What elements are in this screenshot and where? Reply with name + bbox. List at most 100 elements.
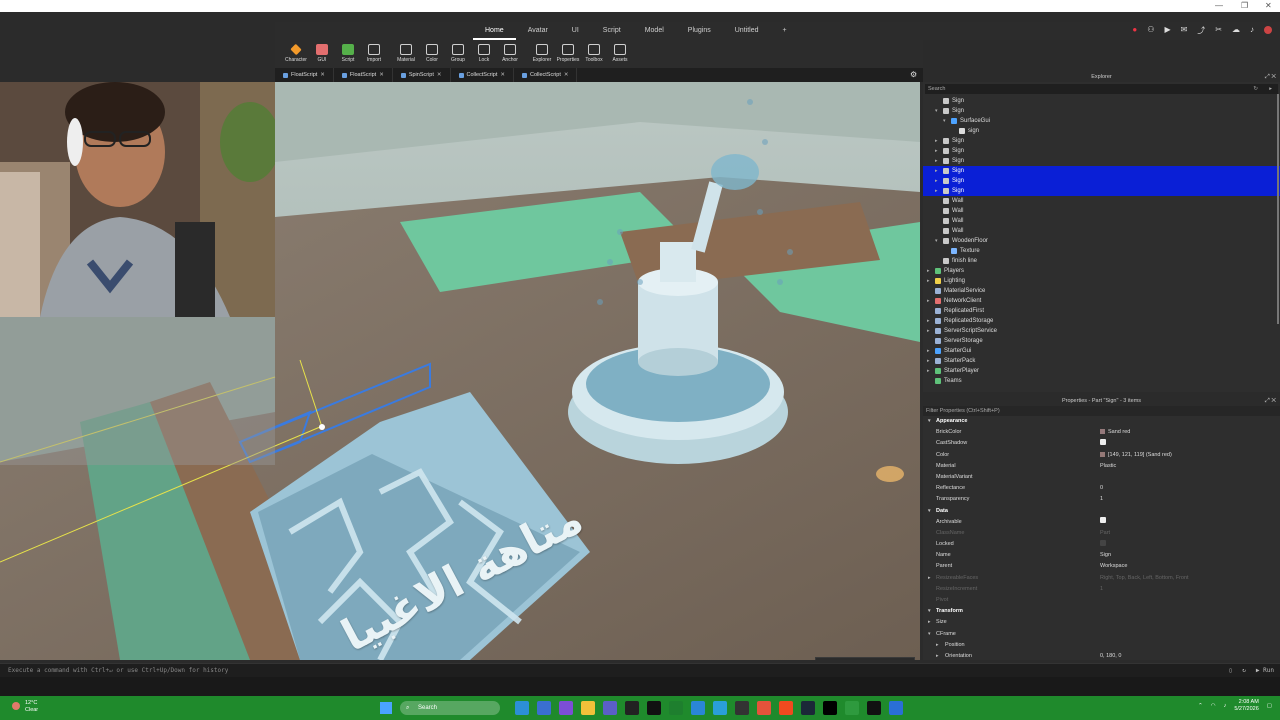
anchor-button[interactable]: Anchor — [497, 44, 523, 63]
new-tab-button[interactable]: + — [770, 22, 798, 40]
expand-icon[interactable]: ▸ — [927, 296, 930, 306]
expand-icon[interactable]: ▾ — [943, 116, 946, 126]
lock-button[interactable]: Lock — [471, 44, 497, 63]
property-value[interactable]: Sign — [1100, 550, 1111, 561]
edge-icon[interactable] — [515, 701, 529, 715]
explorer-item[interactable]: MaterialService — [923, 286, 1280, 296]
cloud-icon[interactable]: ☁ — [1232, 25, 1240, 36]
menu-tab-untitled[interactable]: Untitled — [723, 22, 771, 40]
chat-icon[interactable]: ✉ — [1181, 25, 1188, 36]
property-row[interactable]: Material Plastic — [923, 461, 1280, 472]
explorer-item[interactable]: ▸ ServerScriptService — [923, 326, 1280, 336]
doc-tab[interactable]: SpinScript ✕ — [393, 68, 451, 82]
taskbar-search-input[interactable]: ⌕ Search — [400, 701, 500, 715]
property-value[interactable]: Plastic — [1100, 461, 1116, 472]
teams-icon[interactable] — [603, 701, 617, 715]
filter-icon[interactable]: ▸ — [1269, 84, 1272, 94]
property-value[interactable] — [1100, 517, 1106, 528]
property-row[interactable]: ▸ Size — [923, 617, 1280, 628]
run-button[interactable]: ▶ Run — [1256, 664, 1274, 678]
mail-icon[interactable] — [691, 701, 705, 715]
expand-icon[interactable]: ▸ — [927, 346, 930, 356]
maximize-icon[interactable]: ❐ — [1241, 1, 1248, 10]
capcut-alt-icon[interactable] — [823, 701, 837, 715]
expand-icon[interactable]: ▸ — [936, 640, 939, 651]
close-icon[interactable]: ✕ — [379, 72, 384, 78]
expand-icon[interactable]: ▸ — [927, 316, 930, 326]
expand-icon[interactable]: ▸ — [928, 617, 931, 628]
property-value[interactable]: 0 — [1100, 483, 1103, 494]
explorer-item[interactable]: ▸ Sign — [923, 136, 1280, 146]
property-value[interactable]: Sand red — [1100, 427, 1130, 438]
script-button[interactable]: Script — [335, 44, 361, 63]
history-icon[interactable]: ↻ — [1242, 664, 1246, 678]
explorer-item[interactable]: Wall — [923, 216, 1280, 226]
property-row[interactable]: Color [149, 121, 119] (Sand red) — [923, 450, 1280, 461]
property-row[interactable]: ▸ Orientation 0, 180, 0 — [923, 651, 1280, 662]
property-value[interactable]: Right, Top, Back, Left, Bottom, Front — [1100, 573, 1189, 584]
close-icon[interactable]: ✕ — [500, 72, 505, 78]
expand-icon[interactable]: ▸ — [935, 186, 938, 196]
expand-icon[interactable]: ▸ — [935, 176, 938, 186]
explorer-item[interactable]: ▸ Sign — [923, 166, 1280, 176]
properties-filter-input[interactable]: Filter Properties (Ctrl+Shift+P) — [923, 406, 1280, 416]
property-row[interactable]: ClassName Part — [923, 528, 1280, 539]
expand-icon[interactable]: ▸ — [927, 266, 930, 276]
doc-tab[interactable]: FloatScript ✕ — [275, 68, 334, 82]
explorer-item[interactable]: ▾ Sign — [923, 106, 1280, 116]
expand-icon[interactable]: ▾ — [928, 506, 931, 517]
property-value[interactable] — [1100, 438, 1106, 449]
property-row[interactable]: MaterialVariant — [923, 472, 1280, 483]
explorer-item[interactable]: ServerStorage — [923, 336, 1280, 346]
roblox-studio-icon[interactable] — [889, 701, 903, 715]
notification-icon[interactable]: ▢ — [1267, 703, 1272, 709]
team-create-icon[interactable]: ⚇ — [1147, 25, 1154, 36]
menu-tab-script[interactable]: Script — [591, 22, 633, 40]
expand-icon[interactable]: ▸ — [927, 356, 930, 366]
play-icon[interactable]: ▶ — [1164, 25, 1170, 36]
explorer-scrollbar[interactable] — [1277, 94, 1279, 324]
checkbox[interactable] — [1100, 539, 1106, 546]
3d-viewport[interactable]: متاهة الاغبيا TTilt towards cameraRRotat… — [0, 82, 920, 660]
toolbox-button[interactable]: Toolbox — [581, 44, 607, 63]
capcut-icon[interactable] — [647, 701, 661, 715]
explorer-item[interactable]: Texture — [923, 246, 1280, 256]
property-row[interactable]: Parent Workspace — [923, 561, 1280, 572]
expand-icon[interactable]: ▸ — [928, 573, 931, 584]
property-row[interactable]: CastShadow — [923, 438, 1280, 449]
expand-icon[interactable]: ▸ — [927, 326, 930, 336]
group-button[interactable]: Group — [445, 44, 471, 63]
property-row[interactable]: Locked — [923, 539, 1280, 550]
property-value[interactable]: Workspace — [1100, 561, 1127, 572]
checkbox[interactable] — [1100, 438, 1106, 445]
roblox-icon[interactable] — [867, 701, 881, 715]
minimize-icon[interactable]: — — [1215, 1, 1223, 10]
explorer-item[interactable]: ▾ WoodenFloor — [923, 236, 1280, 246]
tray-chevron-icon[interactable]: ⌃ — [1198, 703, 1203, 709]
explorer-item[interactable]: Sign — [923, 96, 1280, 106]
xbox-icon[interactable] — [669, 701, 683, 715]
app-icon[interactable] — [845, 701, 859, 715]
start-icon[interactable] — [380, 702, 392, 714]
property-row[interactable]: Archivable — [923, 517, 1280, 528]
expand-icon[interactable]: ▸ — [935, 166, 938, 176]
weather-widget[interactable]: 12°C Clear — [12, 700, 38, 714]
property-value[interactable] — [1100, 539, 1106, 550]
explorer-item[interactable]: ▸ Sign — [923, 176, 1280, 186]
pen-icon[interactable] — [625, 701, 639, 715]
expand-icon[interactable]: ▸ — [935, 156, 938, 166]
close-icon[interactable]: ✕ — [437, 72, 442, 78]
doc-tab[interactable]: CollectScript ✕ — [514, 68, 578, 82]
expand-icon[interactable]: ▾ — [935, 236, 938, 246]
history-icon[interactable]: ↻ — [1253, 84, 1258, 94]
character-button[interactable]: Character — [283, 43, 309, 63]
property-value[interactable]: [149, 121, 119] (Sand red) — [1100, 450, 1172, 461]
brave-icon[interactable] — [779, 701, 793, 715]
assets-button[interactable]: Assets — [607, 44, 633, 63]
explorer-item[interactable]: ▸ Sign — [923, 146, 1280, 156]
notifications-icon[interactable]: ♪ — [1250, 25, 1254, 36]
property-value[interactable]: Part — [1100, 528, 1110, 539]
clock[interactable]: 2:08 AM 5/27/2026 — [1234, 699, 1258, 713]
property-value[interactable]: 1 — [1100, 494, 1103, 505]
explorer-item[interactable]: sign — [923, 126, 1280, 136]
